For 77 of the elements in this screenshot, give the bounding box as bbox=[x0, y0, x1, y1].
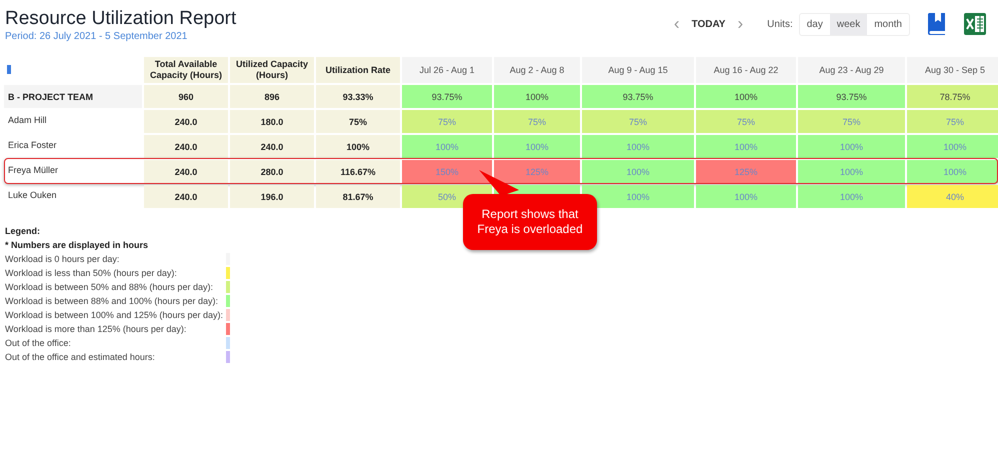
legend-label: Workload is more than 125% (hours per day): bbox=[5, 323, 188, 336]
week-header: Aug 2 - Aug 8 bbox=[494, 57, 580, 83]
today-button[interactable]: TODAY bbox=[688, 18, 730, 30]
workload-cell: 100% bbox=[582, 135, 694, 158]
workload-cell: 75% bbox=[402, 110, 492, 133]
report-period: Period: 26 July 2021 - 5 September 2021 bbox=[5, 31, 188, 42]
week-header: Aug 16 - Aug 22 bbox=[696, 57, 796, 83]
table-cell: 280.0 bbox=[230, 160, 314, 183]
person-name-cell-text: Freya Müller bbox=[7, 164, 60, 177]
workload-cell: 100% bbox=[798, 135, 905, 158]
week-header: Aug 23 - Aug 29 bbox=[798, 57, 905, 83]
workload-cell: 100% bbox=[798, 185, 905, 208]
workload-cell: 100% bbox=[696, 185, 796, 208]
table-cell: 75% bbox=[316, 110, 400, 133]
legend-label: Workload is between 100% and 125% (hours per day): bbox=[5, 309, 223, 322]
report-title: Resource Utilization Report bbox=[5, 8, 236, 30]
unit-option[interactable]: day bbox=[800, 14, 830, 34]
column-header: Utilized Capacity (Hours) bbox=[230, 57, 314, 83]
workload-cell: 125% bbox=[696, 160, 796, 183]
workload-cell: 75% bbox=[494, 110, 580, 133]
table-cell: 196.0 bbox=[230, 185, 314, 208]
table-cell: 896 bbox=[230, 85, 314, 108]
team-name-cell: B - PROJECT TEAM bbox=[4, 85, 142, 108]
spreadsheet-export-icon[interactable] bbox=[964, 13, 986, 35]
workload-cell: 75% bbox=[907, 110, 998, 133]
legend-label: Out of the office: bbox=[5, 337, 72, 350]
workload-cell: 93.75% bbox=[402, 85, 492, 108]
legend-label: Workload is between 50% and 88% (hours per day): bbox=[5, 281, 214, 294]
person-name-cell-text: Luke Ouken bbox=[7, 189, 58, 202]
person-name-cell-text: Erica Foster bbox=[7, 139, 58, 152]
table-cell: 240.0 bbox=[144, 185, 228, 208]
bookmark-book-icon[interactable] bbox=[928, 13, 945, 35]
legend-title: Legend: bbox=[5, 225, 40, 238]
week-header: Aug 9 - Aug 15 bbox=[582, 57, 694, 83]
workload-cell: 100% bbox=[907, 135, 998, 158]
table-cell: 180.0 bbox=[230, 110, 314, 133]
workload-cell: 100% bbox=[798, 160, 905, 183]
column-header: Total Available Capacity (Hours) bbox=[144, 57, 228, 83]
workload-cell: 100% bbox=[582, 185, 694, 208]
workload-cell: 75% bbox=[696, 110, 796, 133]
table-cell: 960 bbox=[144, 85, 228, 108]
workload-cell: 75% bbox=[582, 110, 694, 133]
workload-cell: 78.75% bbox=[907, 85, 998, 108]
week-header: Aug 30 - Sep 5 bbox=[907, 57, 998, 83]
workload-cell: 93.75% bbox=[798, 85, 905, 108]
workload-cell: 100% bbox=[696, 135, 796, 158]
workload-cell: 100% bbox=[402, 135, 492, 158]
unit-option[interactable]: week bbox=[830, 14, 868, 34]
legend-label: Workload is 0 hours per day: bbox=[5, 253, 120, 266]
workload-cell: 100% bbox=[494, 85, 580, 108]
workload-cell: 93.75% bbox=[582, 85, 694, 108]
table-cell: 100% bbox=[316, 135, 400, 158]
workload-cell: 40% bbox=[907, 185, 998, 208]
person-name-cell-text: Adam Hill bbox=[7, 114, 48, 127]
table-cell: 240.0 bbox=[144, 110, 228, 133]
workload-cell: 150% bbox=[402, 160, 492, 183]
legend-label: Workload is less than 50% (hours per day): bbox=[5, 267, 178, 280]
units-label: Units: bbox=[767, 18, 793, 30]
unit-option[interactable]: month bbox=[867, 14, 909, 34]
week-header: Jul 26 - Aug 1 bbox=[402, 57, 492, 83]
table-cell: 93.33% bbox=[316, 85, 400, 108]
legend-label: Workload is between 88% and 100% (hours per day): bbox=[5, 295, 219, 308]
workload-cell: 100% bbox=[907, 160, 998, 183]
legend-label: Out of the office and estimated hours: bbox=[5, 351, 156, 364]
workload-cell: 100% bbox=[582, 160, 694, 183]
table-cell: 116.67% bbox=[316, 160, 400, 183]
column-marker-icon bbox=[7, 65, 11, 74]
table-cell: 240.0 bbox=[230, 135, 314, 158]
workload-cell: 100% bbox=[696, 85, 796, 108]
workload-cell: 125% bbox=[494, 160, 580, 183]
legend-note: * Numbers are displayed in hours bbox=[5, 239, 148, 252]
table-cell: 240.0 bbox=[144, 135, 228, 158]
table-cell: 81.67% bbox=[316, 185, 400, 208]
table-cell: 240.0 bbox=[144, 160, 228, 183]
workload-cell: 100% bbox=[494, 135, 580, 158]
workload-cell: 75% bbox=[798, 110, 905, 133]
column-header: Utilization Rate bbox=[316, 57, 400, 83]
